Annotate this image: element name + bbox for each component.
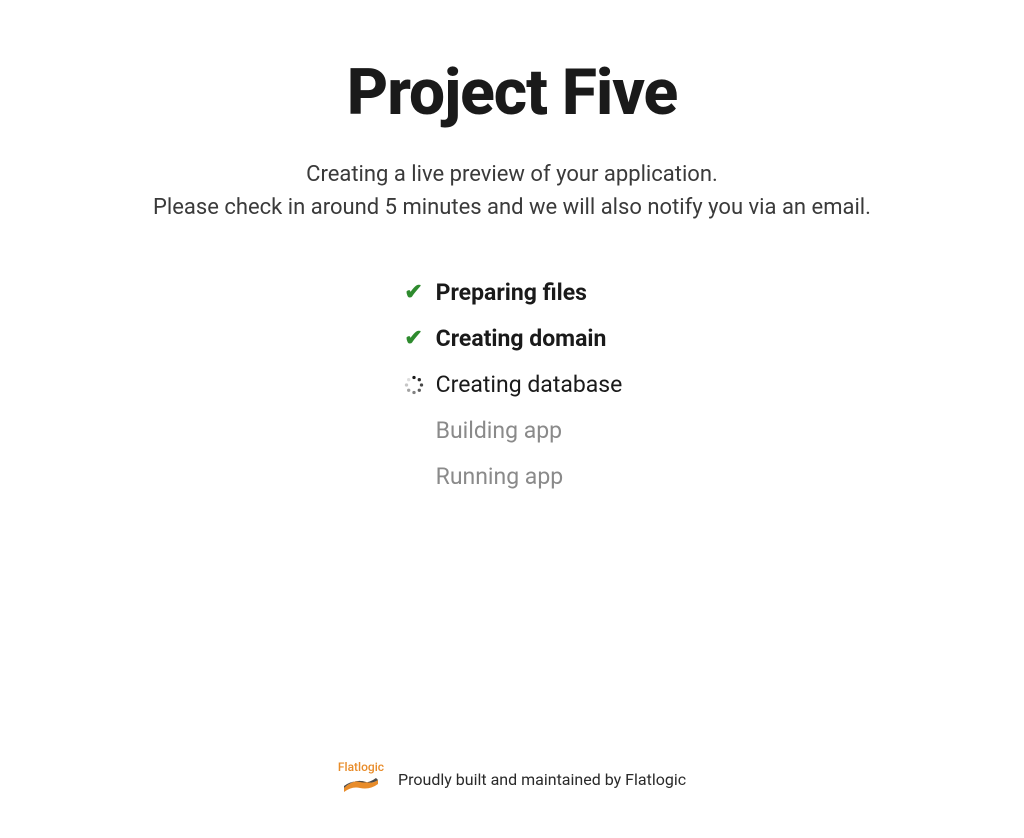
step-label: Preparing files	[436, 279, 587, 306]
step-creating-domain: ✔ Creating domain	[402, 325, 607, 352]
check-icon: ✔	[402, 326, 426, 351]
flatlogic-icon	[342, 776, 380, 798]
step-label: Running app	[436, 463, 564, 490]
step-creating-database: Creating database	[402, 371, 623, 398]
subtitle-block: Creating a live preview of your applicat…	[153, 158, 871, 224]
page-title: Project Five	[347, 55, 678, 130]
step-preparing-files: ✔ Preparing files	[402, 279, 587, 306]
step-building-app: Building app	[402, 417, 562, 444]
step-label: Creating domain	[436, 325, 607, 352]
footer-text: Proudly built and maintained by Flatlogi…	[398, 770, 686, 789]
footer-brand-text: Flatlogic	[338, 760, 384, 774]
steps-list: ✔ Preparing files ✔ Creating domain	[402, 279, 623, 490]
step-label: Creating database	[436, 371, 623, 398]
footer-logo: Flatlogic	[338, 760, 384, 798]
step-label: Building app	[436, 417, 562, 444]
main-container: Project Five Creating a live preview of …	[0, 0, 1024, 490]
footer: Flatlogic Proudly built and maintained b…	[0, 760, 1024, 798]
subtitle-line-1: Creating a live preview of your applicat…	[153, 158, 871, 191]
step-running-app: Running app	[402, 463, 564, 490]
check-icon: ✔	[402, 280, 426, 305]
spinner-icon	[402, 373, 426, 397]
subtitle-line-2: Please check in around 5 minutes and we …	[153, 191, 871, 224]
